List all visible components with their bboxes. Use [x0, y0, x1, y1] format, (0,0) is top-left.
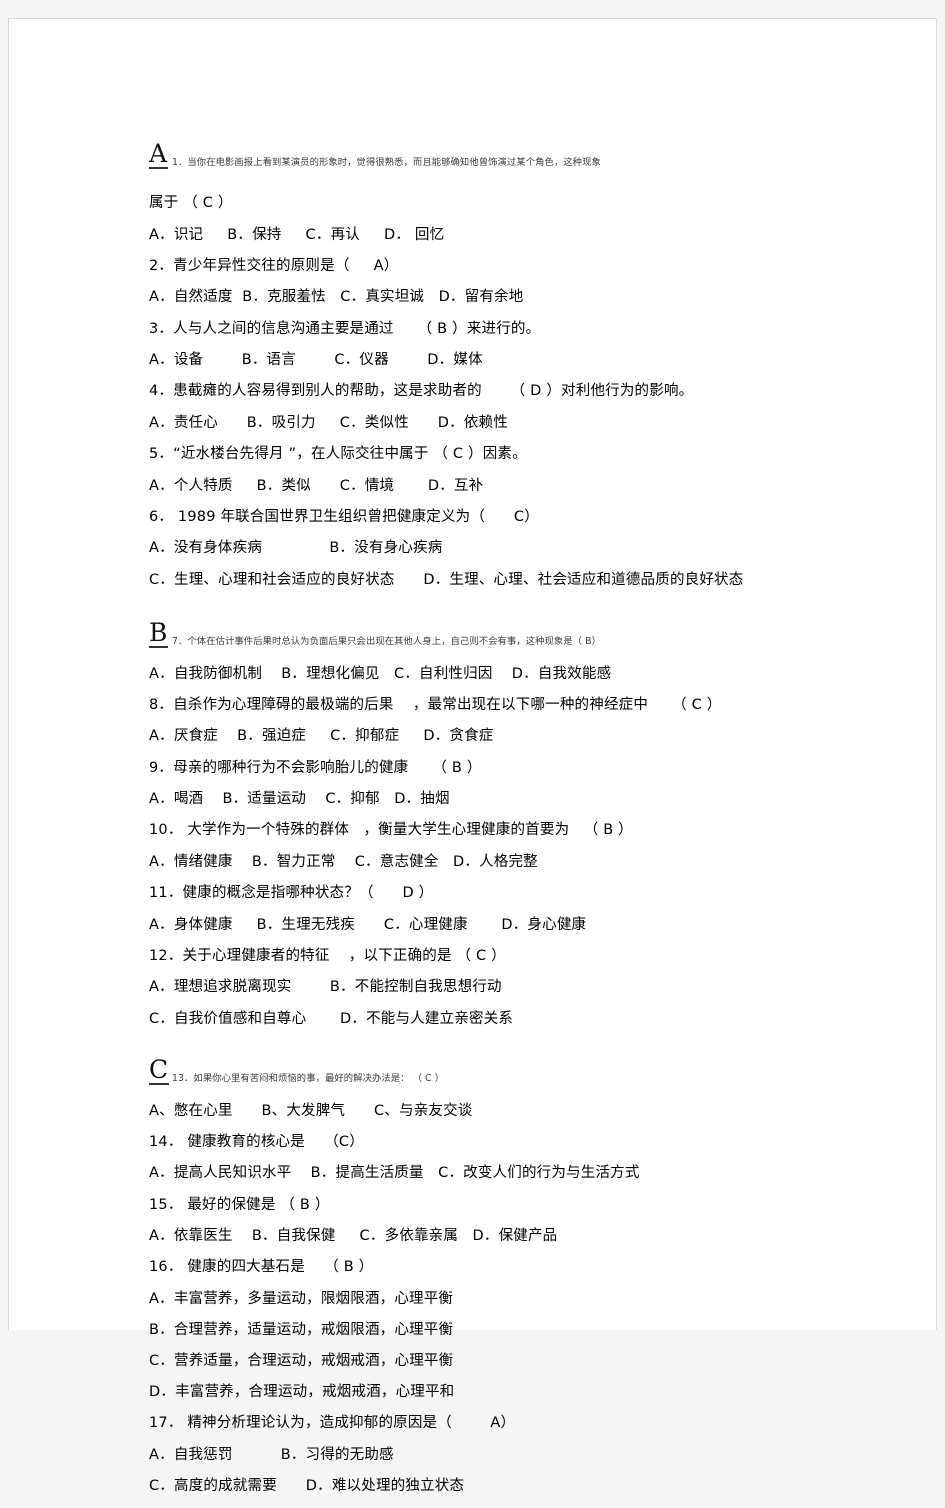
question-6-options-ab: A．没有身体疾病 B．没有身心疾病 [149, 540, 443, 557]
question-14-stem: 14． 健康教育的核心是 （C） [149, 1133, 364, 1150]
section-marker-b: B [149, 617, 169, 648]
question-11-stem: 11．健康的概念是指哪种状态？（ D ） [149, 885, 434, 901]
question-5-stem: 5．“近水楼台先得月 ”，在人际交往中属于 （ C ）因素。 [149, 446, 527, 462]
question-9-options: A．喝酒 B．适量运动 C．抑郁 D．抽烟 [149, 791, 450, 808]
question-16-option-b: B．合理营养，适量运动，戒烟限酒，心理平衡 [149, 1322, 454, 1338]
question-11-options: A．身体健康 B．生理无残疾 C．心理健康 D．身心健康 [149, 916, 587, 933]
question-16-option-c: C．营养适量，合理运动，戒烟戒酒，心理平衡 [149, 1353, 454, 1370]
document-page: A 1．当你在电影画报上看到某演员的形象时，觉得很熟悉，而且能够确知他曾饰演过某… [8, 18, 937, 1494]
section-b-header: B 7．个体在估计事件后果时总认为负面后果只会出现在其他人身上，自己则不会有事，… [149, 620, 889, 654]
question-15-stem: 15． 最好的保健是 （ B ） [149, 1196, 330, 1213]
question-17-options-cd: C．高度的成就需要 D．难以处理的独立状态 [149, 1478, 465, 1495]
question-4-options: A．责任心 B．吸引力 C．类似性 D．依赖性 [149, 414, 508, 431]
question-16-option-a: A．丰富营养，多量运动，限烟限酒，心理平衡 [149, 1290, 454, 1307]
section-b-lead-line: 7．个体在估计事件后果时总认为负面后果只会出现在其他人身上，自己则不会有事，这种… [172, 635, 602, 647]
question-15-options: A．依靠医生 B．自我保健 C．多依靠亲属 D．保健产品 [149, 1228, 558, 1245]
question-12-options-cd: C．自我价值感和自尊心 D．不能与人建立亲密关系 [149, 1010, 514, 1027]
section-marker-c: C [149, 1054, 170, 1085]
question-4-stem: 4．患截瘫的人容易得到别人的帮助，这是求助者的 （ D ）对利他行为的影响。 [149, 383, 694, 400]
question-14-options: A．提高人民知识水平 B．提高生活质量 C．改变人们的行为与生活方式 [149, 1165, 640, 1182]
question-8-stem: 8．自杀作为心理障碍的最极端的后果 ，最常出现在以下哪一种的神经症中 （ C ） [149, 696, 722, 713]
question-12-options-ab: A．理想追求脱离现实 B．不能控制自我思想行动 [149, 979, 502, 996]
question-9-stem: 9．母亲的哪种行为不会影响胎儿的健康 （ B ） [149, 759, 482, 776]
question-3-options: A．设备 B．语言 C．仪器 D．媒体 [149, 352, 483, 369]
question-17-stem: 17． 精神分析理论认为，造成抑郁的原因是（ A） [149, 1415, 516, 1432]
section-a-lead-line: 1．当你在电影画报上看到某演员的形象时，觉得很熟悉，而且能够确知他曾饰演过某个角… [172, 157, 601, 168]
question-6-stem: 6． 1989 年联合国世界卫生组织曾把健康定义为（ C） [149, 508, 539, 525]
document-body: A 1．当你在电影画报上看到某演员的形象时，觉得很熟悉，而且能够确知他曾饰演过某… [149, 141, 889, 1508]
question-17-options-ab: A．自我惩罚 B．习得的无助感 [149, 1447, 394, 1463]
question-10-options: A．情绪健康 B．智力正常 C．意志健全 D．人格完整 [149, 853, 538, 870]
section-a-header: A 1．当你在电影画报上看到某演员的形象时，觉得很熟悉，而且能够确知他曾饰演过某… [149, 141, 889, 175]
question-2-options: A．自然适度 B．克服羞怯 C．真实坦诚 D．留有余地 [149, 289, 524, 306]
section-c-header: C 13．如果你心里有苦闷和烦恼的事，最好的解决办法是： （ C ） [149, 1057, 889, 1091]
question-2-stem: 2．青少年异性交往的原则是（ A） [149, 257, 399, 274]
question-8-options: A．厌食症 B．强迫症 C．抑郁症 D．贪食症 [149, 728, 494, 745]
question-1-stem-continuation: 属于 （ C ） [149, 195, 233, 211]
question-16-stem: 16． 健康的四大基石是 （ B ） [149, 1259, 374, 1276]
question-3-stem: 3．人与人之间的信息沟通主要是通过 （ B ）来进行的。 [149, 320, 541, 337]
question-13-options: A、憋在心里 B、大发脾气 C、与亲友交谈 [149, 1102, 473, 1119]
question-6-options-cd: C．生理、心理和社会适应的良好状态 D．生理、心理、社会适应和道德品质的良好状态 [149, 571, 744, 588]
question-1-options: A．识记 B．保持 C．再认 D． 回忆 [149, 226, 445, 243]
question-12-stem: 12．关于心理健康者的特征 ，以下正确的是 （ C ） [149, 947, 506, 964]
question-7-options: A．自我防御机制 B．理想化偏见 C．自利性归因 D．自我效能感 [149, 665, 612, 682]
question-16-option-d: D．丰富营养，合理运动，戒烟戒酒，心理平和 [149, 1384, 455, 1401]
section-marker-a: A [149, 139, 169, 169]
question-10-stem: 10． 大学作为一个特殊的群体 ，衡量大学生心理健康的首要为 （ B ） [149, 822, 633, 839]
question-5-options: A．个人特质 B．类似 C．情境 D．互补 [149, 477, 484, 494]
section-c-lead-line: 13．如果你心里有苦闷和烦恼的事，最好的解决办法是： （ C ） [172, 1072, 445, 1084]
